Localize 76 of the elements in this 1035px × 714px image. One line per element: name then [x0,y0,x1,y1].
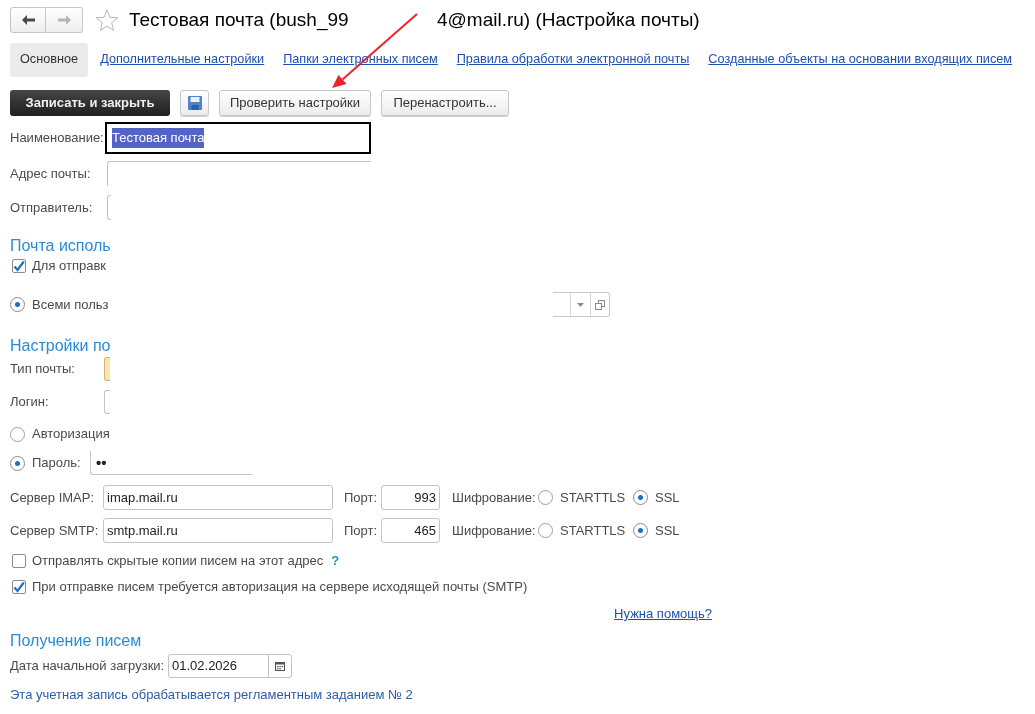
checkbox[interactable] [12,259,26,273]
radio-label: Пароль: [32,454,81,473]
field-value: 01.02.2026 [172,657,238,676]
back-button[interactable] [10,7,46,33]
field-label: Дата начальной загрузки: [10,657,165,676]
field-value: Тестовая почта [112,128,205,148]
check-icon [13,260,25,272]
field-label: Тип почты: [10,360,75,379]
checkbox[interactable] [12,554,26,568]
radio-label: SSL [655,488,680,507]
radio-button[interactable] [10,297,25,312]
window-title: Тестовая почта (bush_99 [129,7,349,33]
date-input-field[interactable]: 01.02.2026 [168,654,292,678]
section-heading: Почта исполь [10,235,111,256]
radio-button[interactable] [10,455,25,471]
radio-button[interactable] [538,523,553,538]
field-label: Шифрование: [452,488,536,507]
port-input-field[interactable]: 465 [381,518,440,543]
field-label: Отправитель: [10,198,93,217]
radio-button[interactable] [633,523,648,538]
radio-label: Авторизация [32,425,110,444]
radio-button[interactable] [10,426,25,442]
arrow-right-icon [57,15,71,25]
help-link[interactable]: ? [331,551,340,571]
port-input-field[interactable]: 993 [381,485,440,510]
caret-down-icon[interactable] [577,302,584,307]
field-label: Наименование: [10,129,104,148]
field-label: Логин: [10,393,49,412]
field-label: Сервер IMAP: [10,488,95,507]
radio-label: SSL [655,521,680,540]
input-field[interactable] [104,357,110,381]
password-dots: •• [96,455,107,470]
calendar-icon[interactable] [275,661,285,671]
checkbox-label: При отправке писем требуется авторизация на сервере исходящей почты (SMTP) [32,578,528,597]
check-icon [13,581,25,593]
section-heading: Настройки по [10,335,111,356]
input-field[interactable] [107,195,111,220]
radio-label: STARTTLS [560,488,626,507]
field-label: Порт: [344,488,378,507]
section-heading: Получение писем [10,631,142,651]
radio-label: Всеми польз [32,295,109,314]
password-field[interactable]: •• [90,451,252,475]
checkbox-label: Для отправк [32,257,107,276]
field-value: imap.mail.ru [107,488,178,507]
field-value: smtp.mail.ru [107,521,178,540]
field-label: Шифрование: [452,521,536,540]
radio-button[interactable] [538,490,553,505]
info-note: Эта учетная запись обрабатывается регламентным заданием № 2 [10,686,413,705]
tab[interactable]: Основное [10,43,89,77]
field-label: Сервер SMTP: [10,521,99,540]
toolbar-button[interactable]: Перенастроить... [381,90,509,116]
radio-button[interactable] [633,490,648,505]
server-input-field[interactable]: imap.mail.ru [103,485,333,510]
server-input-field[interactable]: smtp.mail.ru [103,518,333,543]
checkbox[interactable] [12,580,26,594]
field-value: 993 [414,488,436,507]
input-field[interactable] [107,161,371,186]
radio-label: STARTTLS [560,521,626,540]
tab[interactable]: Созданные объекты на основании входящих писем [708,50,1013,70]
window-title: 4@mail.ru) (Настройка почты) [437,7,700,32]
arrow-left-icon [21,15,35,25]
toolbar-button[interactable]: Проверить настройки [219,90,371,116]
field-label: Порт: [344,521,378,540]
open-window-icon[interactable] [595,299,605,310]
star-icon[interactable] [95,8,119,32]
tab[interactable]: Правила обработки электронной почты [456,50,690,70]
name-input-field[interactable]: Тестовая почта [105,122,371,154]
help-link[interactable]: Нужна помощь? [614,604,712,624]
dropdown-field[interactable] [553,292,610,317]
input-field[interactable] [104,390,110,414]
save-button[interactable] [180,90,209,116]
save-and-close-button[interactable]: Записать и закрыть [10,90,170,116]
field-value: 465 [414,521,436,540]
checkbox-label: Отправлять скрытые копии писем на этот адрес [32,552,324,571]
tab[interactable]: Дополнительные настройки [100,50,265,70]
field-label: Адрес почты: [10,164,91,183]
